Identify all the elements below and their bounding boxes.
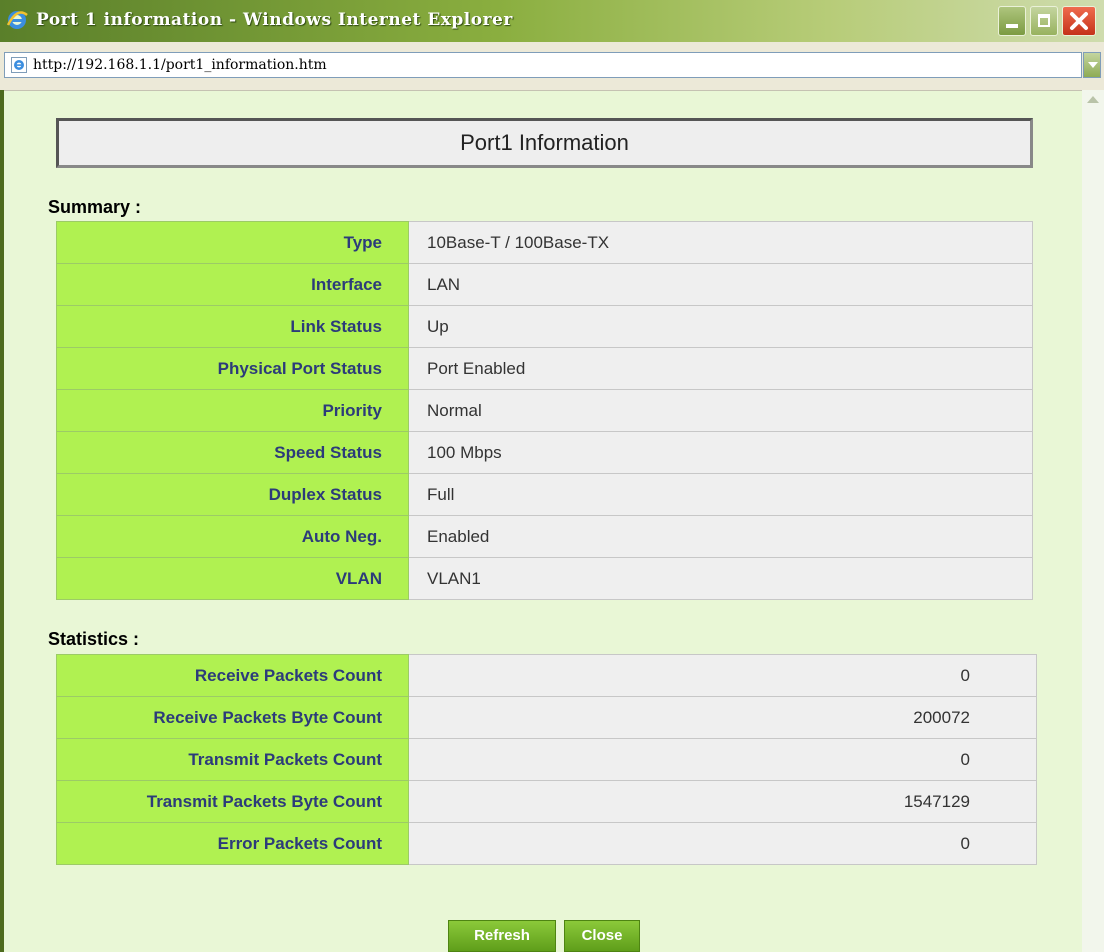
table-row: Interface LAN bbox=[56, 263, 1033, 306]
table-row: Error Packets Count 0 bbox=[56, 822, 1037, 865]
statistics-section-label: Statistics : bbox=[48, 629, 140, 649]
maximize-button[interactable] bbox=[1030, 6, 1058, 36]
scroll-up-arrow-icon[interactable] bbox=[1087, 96, 1099, 103]
summary-section-label: Summary : bbox=[48, 197, 142, 217]
close-button[interactable]: Close bbox=[564, 920, 640, 952]
row-value: 0 bbox=[408, 738, 1037, 781]
ie-logo-icon bbox=[6, 11, 28, 29]
table-row: Transmit Packets Byte Count 1547129 bbox=[56, 780, 1037, 823]
address-url: http://192.168.1.1/port1_information.htm bbox=[33, 57, 327, 73]
page-title: Port1 Information bbox=[56, 118, 1033, 168]
row-label: Duplex Status bbox=[56, 473, 409, 516]
table-row: Link Status Up bbox=[56, 305, 1033, 348]
row-label: Physical Port Status bbox=[56, 347, 409, 390]
row-label: Auto Neg. bbox=[56, 515, 409, 558]
row-label: Transmit Packets Count bbox=[56, 738, 409, 781]
statistics-table: Receive Packets Count 0 Receive Packets By… bbox=[56, 654, 1037, 865]
table-row: Transmit Packets Count 0 bbox=[56, 738, 1037, 781]
row-label: Transmit Packets Byte Count bbox=[56, 780, 409, 823]
row-value: 100 Mbps bbox=[408, 431, 1033, 474]
row-value: 1547129 bbox=[408, 780, 1037, 823]
row-label: Speed Status bbox=[56, 431, 409, 474]
minimize-button[interactable] bbox=[998, 6, 1026, 36]
row-label: Receive Packets Byte Count bbox=[56, 696, 409, 739]
row-value: LAN bbox=[408, 263, 1033, 306]
window-frame-left bbox=[0, 90, 4, 952]
row-label: Interface bbox=[56, 263, 409, 306]
row-label: Priority bbox=[56, 389, 409, 432]
row-value: 0 bbox=[408, 654, 1037, 697]
row-label: VLAN bbox=[56, 557, 409, 600]
table-row: Type 10Base-T / 100Base-TX bbox=[56, 221, 1033, 264]
table-row: Receive Packets Byte Count 200072 bbox=[56, 696, 1037, 739]
address-field[interactable]: http://192.168.1.1/port1_information.htm bbox=[4, 52, 1082, 78]
table-row: Priority Normal bbox=[56, 389, 1033, 432]
row-value: Enabled bbox=[408, 515, 1033, 558]
table-row: Duplex Status Full bbox=[56, 473, 1033, 516]
row-label: Type bbox=[56, 221, 409, 264]
row-value: 200072 bbox=[408, 696, 1037, 739]
row-value: Port Enabled bbox=[408, 347, 1033, 390]
address-dropdown-button[interactable] bbox=[1083, 52, 1101, 78]
table-row: Auto Neg. Enabled bbox=[56, 515, 1033, 558]
row-value: Normal bbox=[408, 389, 1033, 432]
close-window-button[interactable] bbox=[1062, 6, 1096, 36]
row-value: 10Base-T / 100Base-TX bbox=[408, 221, 1033, 264]
summary-table: Type 10Base-T / 100Base-TX Interface LAN Lin… bbox=[56, 221, 1033, 600]
refresh-button[interactable]: Refresh bbox=[448, 920, 556, 952]
row-value: Up bbox=[408, 305, 1033, 348]
row-label: Error Packets Count bbox=[56, 822, 409, 865]
row-label: Receive Packets Count bbox=[56, 654, 409, 697]
window-title: Port 1 information - Windows Internet Ex… bbox=[36, 10, 513, 30]
window-title-bar[interactable]: Port 1 information - Windows Internet Ex… bbox=[0, 0, 1104, 42]
table-row: Physical Port Status Port Enabled bbox=[56, 347, 1033, 390]
close-icon bbox=[1070, 12, 1088, 30]
address-bar: http://192.168.1.1/port1_information.htm bbox=[0, 42, 1104, 91]
row-value: 0 bbox=[408, 822, 1037, 865]
row-value: Full bbox=[408, 473, 1033, 516]
page-icon bbox=[11, 57, 27, 73]
vertical-scrollbar[interactable] bbox=[1082, 90, 1104, 952]
row-label: Link Status bbox=[56, 305, 409, 348]
table-row: Speed Status 100 Mbps bbox=[56, 431, 1033, 474]
table-row: VLAN VLAN1 bbox=[56, 557, 1033, 600]
row-value: VLAN1 bbox=[408, 557, 1033, 600]
table-row: Receive Packets Count 0 bbox=[56, 654, 1037, 697]
